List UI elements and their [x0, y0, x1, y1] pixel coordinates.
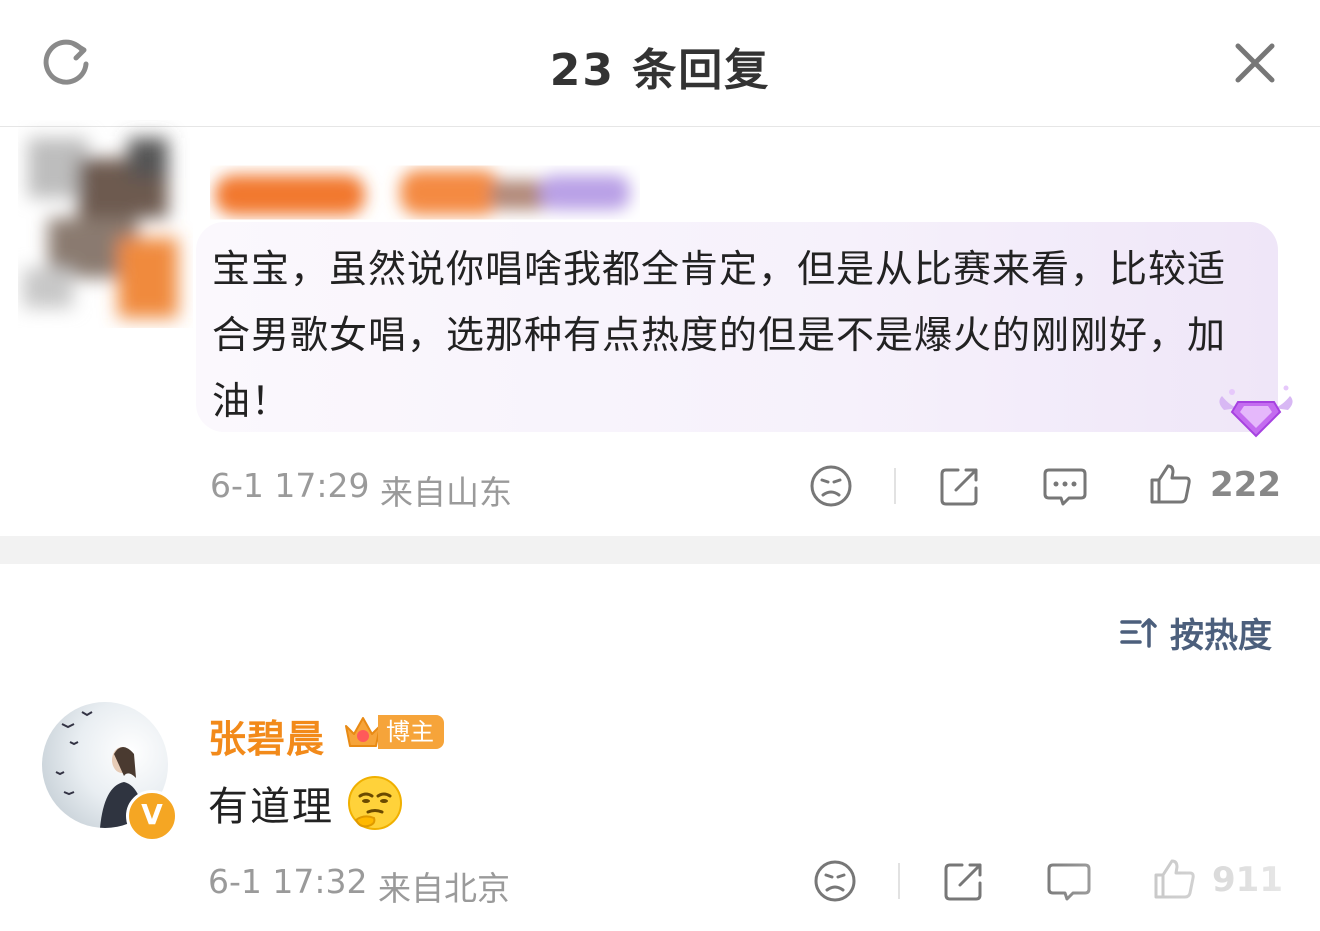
comment-icon[interactable] [1041, 462, 1089, 510]
gem-badge-icon [1219, 385, 1293, 438]
thinking-emoji-icon [348, 776, 402, 830]
reply-time: 6-1 17:32 [208, 862, 368, 901]
blurred-username [215, 170, 630, 215]
comment-time: 6-1 17:29 [210, 466, 370, 505]
section-gap [0, 536, 1320, 564]
like-count: 222 [1210, 465, 1281, 505]
divider [898, 863, 900, 899]
reply-location: 来自北京 [378, 869, 510, 908]
page-title: 23 条回复 [549, 45, 771, 96]
badge-label: 博主 [378, 715, 444, 749]
bottom-fade-overlay [1040, 850, 1320, 931]
verified-icon: V [126, 790, 178, 842]
share-icon[interactable] [940, 857, 988, 905]
sort-icon [1120, 618, 1157, 648]
blogger-badge: 博主 [342, 712, 444, 752]
reply-text: 有道理 [208, 784, 334, 830]
blurred-avatar [23, 138, 178, 318]
header: 23 条回复 [0, 0, 1320, 127]
share-icon[interactable] [936, 462, 984, 510]
thumbs-up-icon[interactable] [1146, 460, 1194, 508]
reply-author[interactable]: 张碧晨 [208, 708, 325, 763]
comment-text: 宝宝，虽然说你唱啥我都全肯定，但是从比赛来看，比较适合男歌女唱，选那种有点热度的… [212, 247, 1227, 423]
dislike-face-icon[interactable] [811, 857, 859, 905]
sort-by-hot-button[interactable]: 按热度 [1118, 608, 1272, 656]
close-icon[interactable] [1228, 36, 1282, 90]
divider [894, 468, 896, 504]
dislike-face-icon[interactable] [807, 462, 855, 510]
comment-location: 来自山东 [380, 473, 512, 512]
sort-label: 按热度 [1170, 615, 1272, 656]
